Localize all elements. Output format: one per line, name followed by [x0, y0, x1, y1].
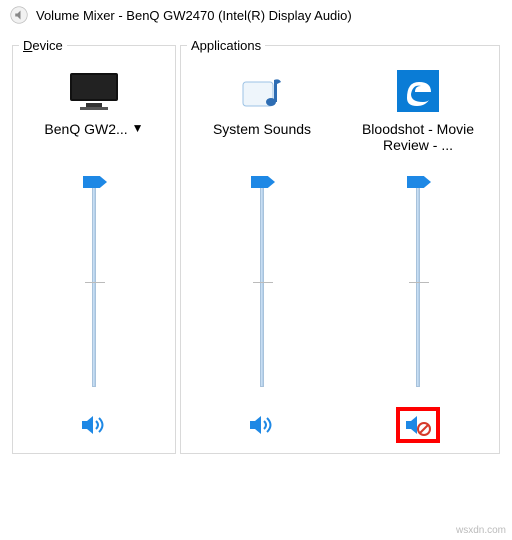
device-group-label: Device — [19, 38, 67, 53]
device-selector[interactable]: BenQ GW2... ▼ — [24, 121, 164, 161]
device-channel: BenQ GW2... ▼ — [19, 61, 169, 443]
speaker-icon — [248, 413, 276, 437]
window-title: Volume Mixer - BenQ GW2470 (Intel(R) Dis… — [36, 8, 352, 23]
device-group: Device BenQ GW2... ▼ — [12, 38, 176, 454]
device-mute-button[interactable] — [72, 407, 116, 443]
watermark: wsxdn.com — [456, 525, 506, 536]
app-volume-slider[interactable] — [398, 167, 438, 397]
monitor-icon — [66, 69, 122, 113]
device-name: BenQ GW2... — [44, 121, 127, 137]
app-icon[interactable] — [239, 61, 285, 121]
app-name[interactable]: System Sounds — [192, 121, 332, 161]
app-channel-system-sounds: System Sounds — [187, 61, 337, 443]
chevron-down-icon: ▼ — [132, 121, 144, 135]
app-mute-button[interactable] — [240, 407, 284, 443]
slider-thumb[interactable] — [407, 176, 431, 188]
edge-icon — [395, 68, 441, 114]
app-volume-slider[interactable] — [242, 167, 282, 397]
volume-mixer-icon — [10, 6, 28, 24]
device-volume-slider[interactable] — [74, 167, 114, 397]
applications-group: Applications System Sounds — [180, 38, 500, 454]
app-icon[interactable] — [395, 61, 441, 121]
mixer-content: Device BenQ GW2... ▼ — [0, 30, 512, 466]
app-name[interactable]: Bloodshot - Movie Review - ... — [348, 121, 488, 161]
app-mute-button[interactable] — [396, 407, 440, 443]
slider-thumb[interactable] — [251, 176, 275, 188]
titlebar: Volume Mixer - BenQ GW2470 (Intel(R) Dis… — [0, 0, 512, 30]
slider-thumb[interactable] — [83, 176, 107, 188]
applications-group-label: Applications — [187, 38, 265, 53]
device-icon[interactable] — [66, 61, 122, 121]
system-sounds-icon — [239, 68, 285, 114]
speaker-icon — [80, 413, 108, 437]
app-channel-edge: Bloodshot - Movie Review - ... — [343, 61, 493, 443]
speaker-muted-icon — [404, 413, 432, 437]
